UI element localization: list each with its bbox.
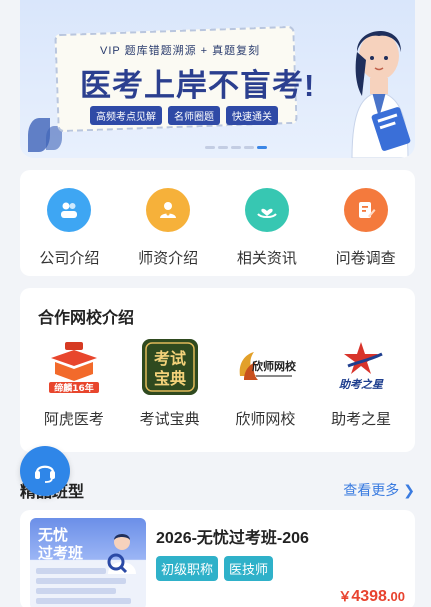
partner-item-ahu[interactable]: 缔麟16年 阿虎医考 [31,336,117,429]
headset-icon [35,465,55,483]
banner-tag: 名师圈题 [168,106,220,125]
thumbnail-title-line-2: 过考班 [38,545,84,562]
zhukao-logo: 助考之星 [330,336,392,398]
magnifier-illustration [107,534,136,574]
partner-label: 考试宝典 [139,411,200,428]
partner-item-xinshi[interactable]: 欣师网校 欣师网校 [222,336,308,429]
view-more-label: 查看更多 [343,482,400,498]
course-tag: 初级职称 [156,556,219,581]
thumbnail-text-line [36,588,116,594]
survey-icon [343,188,388,232]
course-tags: 初级职称 医技师 [156,556,274,581]
partner-item-kaoshibaodian[interactable]: 考试 宝典 考试宝典 [127,336,213,429]
partner-item-zhukao[interactable]: 助考之星 助考之星 [318,336,404,429]
quick-item-label: 相关资讯 [236,250,297,267]
partner-label: 欣师网校 [235,411,296,428]
teachers-icon [146,188,191,232]
course-tag: 医技师 [224,556,274,581]
featured-section-header: 精品班型 查看更多❯ [20,478,415,501]
course-thumbnail: 无忧 过考班 [30,518,146,607]
xinshi-logo: 欣师网校 [234,336,296,398]
course-price: ￥4398.00 [338,586,405,606]
kaoshibaodian-logo: 考试 宝典 [139,336,201,398]
quick-item-label: 师资介绍 [138,250,199,267]
banner-tag: 快速通关 [226,106,278,125]
price-integer: 4398 [351,588,387,605]
view-more-link[interactable]: 查看更多 ❯ [343,480,415,500]
banner-subtitle: VIP 题库错题溯源 + 真题复刻 [100,45,261,57]
partner-label: 助考之星 [331,411,392,428]
kaoshibaodian-logo-text-2: 宝典 [154,369,186,388]
partner-list: 缔麟16年 阿虎医考 考试 宝典 考试宝典 欣师网校 欣师网校 助考之星 助考之… [20,336,415,429]
carousel-dot-active[interactable] [257,146,267,149]
partner-label: 阿虎医考 [43,411,104,428]
carousel-indicator[interactable] [205,146,267,149]
course-name: 2026-无忧过考班-206 [156,530,309,547]
ahu-logo-text: 缔麟16年 [54,382,94,394]
price-symbol: ￥ [338,589,352,604]
carousel-dot[interactable] [218,146,228,149]
doctor-illustration [351,30,411,158]
partner-schools-panel: 合作网校介绍 缔麟16年 阿虎医考 考试 宝典 考试宝典 欣师网校 欣师网校 助… [20,288,415,452]
kaoshibaodian-logo-text-1: 考试 [154,349,186,368]
carousel-dot[interactable] [205,146,215,149]
quick-item-label: 公司介绍 [39,250,100,267]
price-decimal: .00 [386,589,405,604]
partner-section-title: 合作网校介绍 [38,310,135,327]
thumbnail-text-line [36,598,131,604]
thumbnail-text-line [36,568,106,574]
xinshi-logo-text: 欣师网校 [252,359,296,373]
zhukao-logo-text: 助考之星 [339,378,384,391]
course-card[interactable]: 无忧 过考班 2026-无忧过考班-206 初级职称 医技师 ￥4398.00 [20,510,415,607]
customer-service-button[interactable] [20,446,70,496]
quick-item-news[interactable]: 相关资讯 [227,188,307,276]
carousel-dot[interactable] [244,146,254,149]
quick-item-company[interactable]: 公司介绍 [29,188,109,276]
promo-banner[interactable]: VIP 题库错题溯源 + 真题复刻 医考上岸不盲考! 高频考点见解 名师圈题 快… [20,0,415,158]
news-icon [244,188,289,232]
quick-item-teachers[interactable]: 师资介绍 [128,188,208,276]
quick-item-survey[interactable]: 问卷调查 [326,188,406,276]
carousel-dot[interactable] [231,146,241,149]
quick-entry-panel: 公司介绍 师资介绍 相关资讯 问卷调查 [20,170,415,276]
banner-tags: 高频考点见解 名师圈题 快速通关 [90,106,278,125]
banner-headline: 医考上岸不盲考! [80,68,316,103]
ahu-logo: 缔麟16年 [43,336,105,398]
quick-item-label: 问卷调查 [335,250,396,267]
company-icon [47,188,92,232]
chevron-right-icon: ❯ [403,482,415,498]
banner-tag: 高频考点见解 [90,106,162,125]
thumbnail-text-line [36,578,126,584]
